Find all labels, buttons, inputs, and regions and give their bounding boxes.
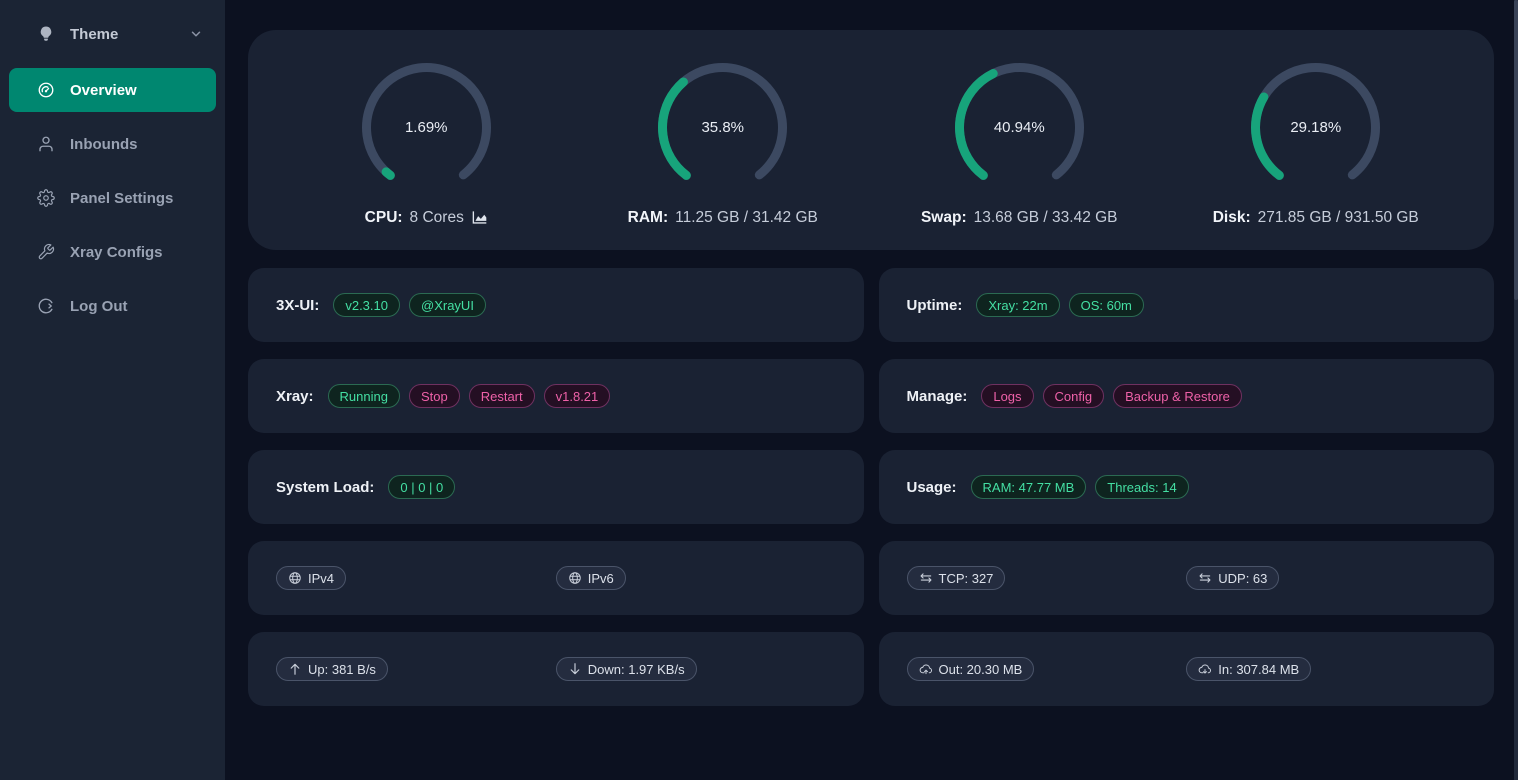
sidebar-item-xray-configs[interactable]: Xray Configs xyxy=(9,230,216,274)
xui-version-tag[interactable]: v2.3.10 xyxy=(333,293,400,317)
app-window: Theme Overview Inbounds xyxy=(0,0,1518,780)
user-icon xyxy=(37,135,55,153)
xui-label: 3X-UI: xyxy=(276,297,319,314)
ip-card: IPv4 IPv6 xyxy=(248,541,864,615)
globe-icon xyxy=(568,571,582,585)
arrow-down-icon xyxy=(568,662,582,676)
theme-selector[interactable]: Theme xyxy=(0,0,225,68)
disk-gauge: 29.18% Disk: 271.85 GB / 931.50 GB xyxy=(1168,30,1465,250)
ram-usage-tag: RAM: 47.77 MB xyxy=(971,475,1087,499)
connections-card: TCP: 327 UDP: 63 xyxy=(879,541,1495,615)
xui-version-card: 3X-UI: v2.3.10 @XrayUI xyxy=(248,268,864,342)
os-uptime-tag: OS: 60m xyxy=(1069,293,1144,317)
info-cards-grid: 3X-UI: v2.3.10 @XrayUI Uptime: Xray: 22m… xyxy=(248,268,1494,706)
sidebar-item-overview[interactable]: Overview xyxy=(9,68,216,112)
sidebar-item-label: Xray Configs xyxy=(70,244,163,261)
config-button[interactable]: Config xyxy=(1043,384,1105,408)
xray-label: Xray: xyxy=(276,388,314,405)
disk-percent: 29.18% xyxy=(1248,60,1383,195)
dashboard-icon xyxy=(37,81,55,99)
tcp-count-tag: TCP: 327 xyxy=(907,566,1006,590)
xray-stop-button[interactable]: Stop xyxy=(409,384,460,408)
wrench-icon xyxy=(37,243,55,261)
xray-status-card: Xray: Running Stop Restart v1.8.21 xyxy=(248,359,864,433)
sidebar-item-panel-settings[interactable]: Panel Settings xyxy=(9,176,216,220)
area-chart-icon[interactable] xyxy=(471,210,488,225)
cloud-download-icon xyxy=(1198,662,1212,676)
scrollbar-thumb[interactable] xyxy=(1514,0,1518,300)
gear-icon xyxy=(37,189,55,207)
ram-gauge: 35.8% RAM: 11.25 GB / 31.42 GB xyxy=(575,30,872,250)
cpu-percent: 1.69% xyxy=(359,60,494,195)
download-speed-tag: Down: 1.97 KB/s xyxy=(556,657,697,681)
sidebar-item-label: Panel Settings xyxy=(70,190,173,207)
udp-count-tag: UDP: 63 xyxy=(1186,566,1279,590)
globe-icon xyxy=(288,571,302,585)
system-load-card: System Load: 0 | 0 | 0 xyxy=(248,450,864,524)
traffic-in-tag: In: 307.84 MB xyxy=(1186,657,1311,681)
manage-card: Manage: Logs Config Backup & Restore xyxy=(879,359,1495,433)
sidebar-nav: Overview Inbounds Panel Settings xyxy=(0,68,225,328)
sidebar-item-label: Log Out xyxy=(70,298,127,315)
swap-gauge: 40.94% Swap: 13.68 GB / 33.42 GB xyxy=(871,30,1168,250)
sidebar: Theme Overview Inbounds xyxy=(0,0,225,780)
traffic-card: Out: 20.30 MB In: 307.84 MB xyxy=(879,632,1495,706)
lightbulb-icon xyxy=(37,25,55,43)
uptime-label: Uptime: xyxy=(907,297,963,314)
threads-tag: Threads: 14 xyxy=(1095,475,1188,499)
chevron-down-icon xyxy=(189,27,203,41)
logs-button[interactable]: Logs xyxy=(981,384,1033,408)
ipv6-tag[interactable]: IPv6 xyxy=(556,566,626,590)
overview-page: 1.69% CPU: 8 Cores 35.8 xyxy=(225,0,1518,780)
ram-label: RAM: 11.25 GB / 31.42 GB xyxy=(628,209,818,227)
sidebar-item-logout[interactable]: Log Out xyxy=(9,284,216,328)
sidebar-item-label: Inbounds xyxy=(70,136,138,153)
usage-label: Usage: xyxy=(907,479,957,496)
system-load-label: System Load: xyxy=(276,479,374,496)
swap-icon xyxy=(919,571,933,585)
system-gauges-card: 1.69% CPU: 8 Cores 35.8 xyxy=(248,30,1494,250)
sidebar-item-inbounds[interactable]: Inbounds xyxy=(9,122,216,166)
xray-running-badge: Running xyxy=(328,384,400,408)
sidebar-item-label: Overview xyxy=(70,82,137,99)
backup-restore-button[interactable]: Backup & Restore xyxy=(1113,384,1242,408)
ram-percent: 35.8% xyxy=(655,60,790,195)
arrow-up-icon xyxy=(288,662,302,676)
xray-restart-button[interactable]: Restart xyxy=(469,384,535,408)
swap-percent: 40.94% xyxy=(952,60,1087,195)
cpu-gauge: 1.69% CPU: 8 Cores xyxy=(278,30,575,250)
xui-telegram-tag[interactable]: @XrayUI xyxy=(409,293,486,317)
manage-label: Manage: xyxy=(907,388,968,405)
swap-icon xyxy=(1198,571,1212,585)
theme-label: Theme xyxy=(70,26,189,43)
xray-uptime-tag: Xray: 22m xyxy=(976,293,1059,317)
swap-label: Swap: 13.68 GB / 33.42 GB xyxy=(921,209,1118,227)
system-load-tag: 0 | 0 | 0 xyxy=(388,475,455,499)
traffic-out-tag: Out: 20.30 MB xyxy=(907,657,1035,681)
upload-speed-tag: Up: 381 B/s xyxy=(276,657,388,681)
uptime-card: Uptime: Xray: 22m OS: 60m xyxy=(879,268,1495,342)
xray-version-button[interactable]: v1.8.21 xyxy=(544,384,611,408)
speed-card: Up: 381 B/s Down: 1.97 KB/s xyxy=(248,632,864,706)
ipv4-tag[interactable]: IPv4 xyxy=(276,566,346,590)
cloud-upload-icon xyxy=(919,662,933,676)
disk-label: Disk: 271.85 GB / 931.50 GB xyxy=(1213,209,1419,227)
cpu-label: CPU: 8 Cores xyxy=(365,209,488,227)
scrollbar[interactable] xyxy=(1514,0,1518,780)
usage-card: Usage: RAM: 47.77 MB Threads: 14 xyxy=(879,450,1495,524)
logout-icon xyxy=(37,297,55,315)
